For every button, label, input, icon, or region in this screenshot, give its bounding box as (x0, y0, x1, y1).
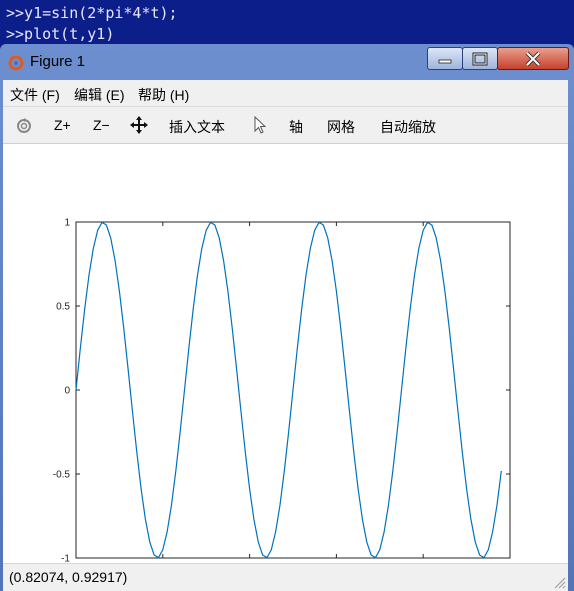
figure-window: Figure 1 文件 (F) 编辑 (E) 帮助 (H) Z+ Z− 插入文本 (0, 44, 574, 591)
close-icon (525, 51, 541, 66)
plot-canvas[interactable]: 00.20.40.60.8110.50-0.5-1 (3, 144, 568, 576)
pointer-arrow-icon[interactable] (253, 116, 267, 134)
y-tick-label: 0.5 (56, 302, 70, 313)
cursor-coordinates: (0.82074, 0.92917) (9, 569, 128, 585)
window-title: Figure 1 (30, 53, 86, 70)
zoom-in-button[interactable]: Z+ (54, 117, 71, 133)
status-bar: (0.82074, 0.92917) (3, 563, 568, 591)
minimize-button[interactable] (427, 47, 463, 70)
zoom-out-button[interactable]: Z− (93, 117, 110, 133)
command-window: >>y1=sin(2*pi*4*t); >>plot(t,y1) (0, 0, 574, 46)
axis-button[interactable]: 轴 (289, 117, 303, 137)
y-tick-label: 0 (64, 386, 70, 397)
y-tick-label: -1 (61, 554, 70, 564)
line-chart[interactable]: 00.20.40.60.8110.50-0.5-1 (3, 144, 568, 576)
menu-help[interactable]: 帮助 (H) (138, 85, 189, 105)
title-bar[interactable]: Figure 1 (0, 44, 574, 80)
resize-grip-icon[interactable] (552, 575, 566, 589)
maximize-button[interactable] (462, 47, 498, 70)
minimize-icon (438, 59, 452, 63)
close-button[interactable] (497, 47, 569, 70)
y-tick-label: -0.5 (53, 470, 71, 481)
autoscale-button[interactable]: 自动缩放 (380, 117, 436, 137)
menu-edit[interactable]: 编辑 (E) (74, 85, 125, 105)
maximize-icon (472, 52, 488, 65)
y-tick-label: 1 (64, 218, 70, 229)
grid-button[interactable]: 网格 (327, 117, 355, 137)
octave-app-icon (8, 55, 24, 71)
menu-bar: 文件 (F) 编辑 (E) 帮助 (H) (3, 80, 568, 106)
console-line: >>y1=sin(2*pi*4*t); (6, 4, 178, 22)
menu-file[interactable]: 文件 (F) (10, 85, 60, 105)
insert-text-button[interactable]: 插入文本 (169, 117, 225, 137)
pan-cross-icon[interactable] (130, 116, 148, 134)
rotate-3d-icon[interactable] (15, 116, 33, 134)
console-line: >>plot(t,y1) (6, 25, 115, 43)
figure-toolbar: Z+ Z− 插入文本 轴 网格 自动缩放 (3, 106, 568, 144)
series-line (75, 221, 502, 559)
